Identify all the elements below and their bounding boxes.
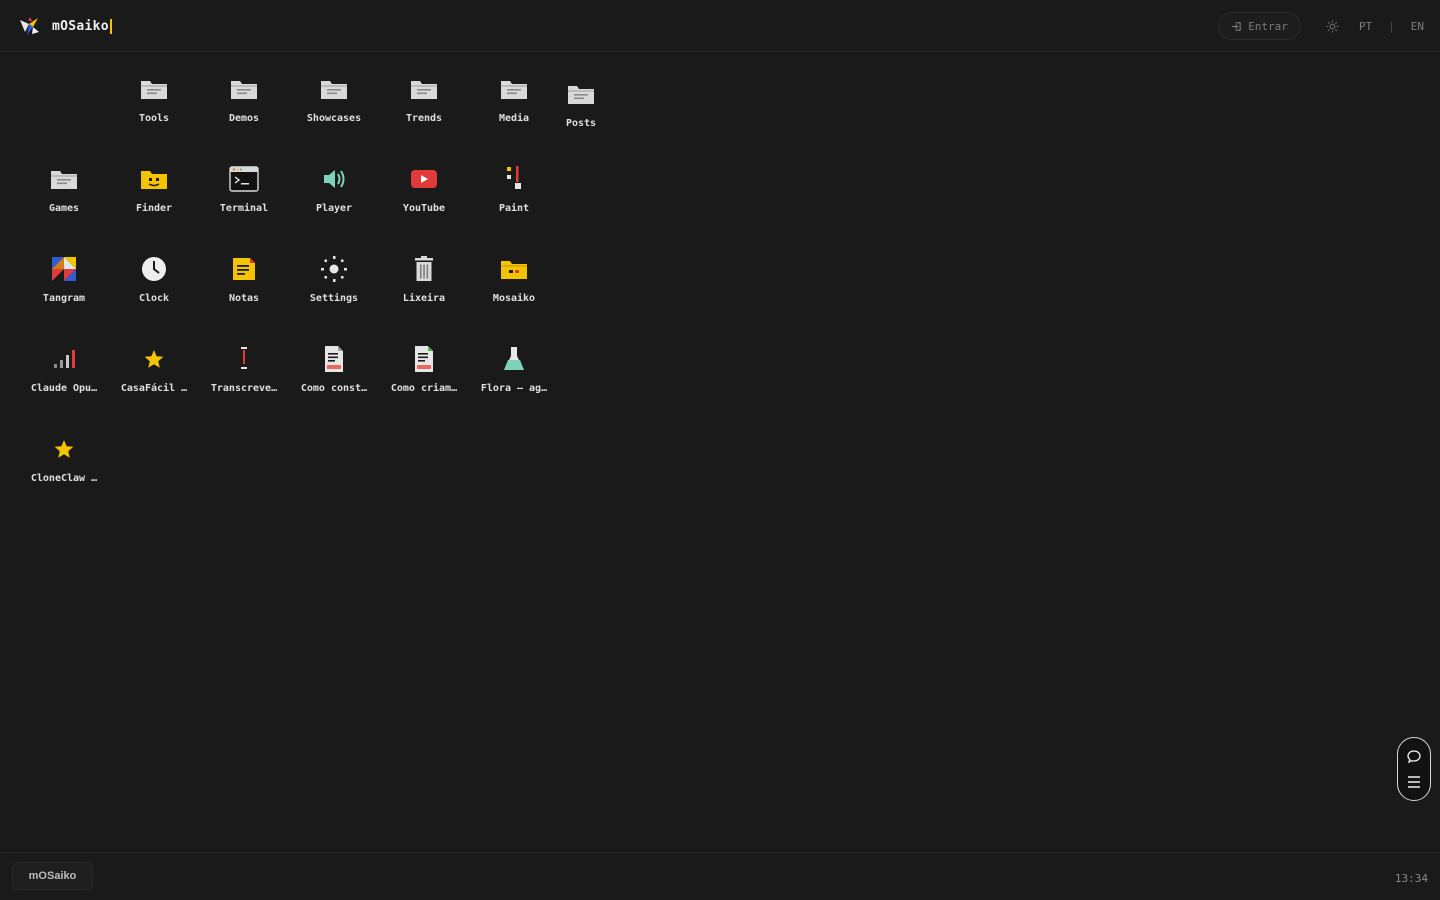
desktop-icon-cloneclaw[interactable]: CloneClaw … xyxy=(19,413,109,493)
folder-icon xyxy=(228,73,260,105)
top-controls: Entrar PT | EN xyxy=(1218,12,1424,40)
folder-icon xyxy=(498,73,530,105)
icon-label: Tools xyxy=(138,113,170,124)
star-icon xyxy=(48,433,80,465)
icon-label: Player xyxy=(315,203,353,214)
speaker-icon xyxy=(318,163,350,195)
folder-icon xyxy=(408,73,440,105)
icon-label: Posts xyxy=(565,118,597,129)
desktop-icon-demos[interactable]: Demos xyxy=(199,53,289,133)
paint-icon xyxy=(498,163,530,195)
sun-icon xyxy=(1326,19,1339,33)
login-icon xyxy=(1232,21,1241,31)
taskbar: mOSaiko 13:34 xyxy=(0,852,1440,900)
icon-label: YouTube xyxy=(402,203,446,214)
lang-separator: | xyxy=(1388,19,1395,33)
desktop-icon-player[interactable]: Player xyxy=(289,143,379,223)
icon-label: Trends xyxy=(405,113,443,124)
desktop-icon-youtube[interactable]: YouTube xyxy=(379,143,469,223)
brand[interactable]: mOSaiko xyxy=(18,14,112,38)
desktop-icon-games[interactable]: Games xyxy=(19,143,109,223)
icon-label: Claude Opu… xyxy=(30,383,98,394)
icon-label: CasaFácil … xyxy=(120,383,188,394)
icon-label: Media xyxy=(498,113,530,124)
brand-title: mOSaiko xyxy=(52,18,112,34)
login-button[interactable]: Entrar xyxy=(1218,12,1301,40)
folder-icon xyxy=(318,73,350,105)
desktop-icon-lixeira[interactable]: Lixeira xyxy=(379,233,469,313)
icon-label: Settings xyxy=(309,293,359,304)
desktop-icon-paint[interactable]: Paint xyxy=(469,143,559,223)
document-icon xyxy=(408,343,440,375)
icon-label: Mosaiko xyxy=(492,293,536,304)
icon-label: Como criam… xyxy=(390,383,458,394)
icon-label: Games xyxy=(48,203,80,214)
floating-action-pill xyxy=(1397,737,1431,801)
login-label: Entrar xyxy=(1248,19,1288,33)
theme-toggle-button[interactable] xyxy=(1323,16,1343,36)
desktop-icon-notas[interactable]: Notas xyxy=(199,233,289,313)
desktop-icon-posts[interactable]: Posts xyxy=(536,58,626,138)
menu-button[interactable] xyxy=(1404,772,1424,792)
folder-icon xyxy=(48,163,80,195)
icon-label: Flora — ag… xyxy=(480,383,548,394)
trash-icon xyxy=(408,253,440,285)
icon-label: Demos xyxy=(228,113,260,124)
desktop-icon-transcreve[interactable]: Transcreve… xyxy=(199,323,289,403)
gear-icon xyxy=(318,253,350,285)
folder-icon xyxy=(565,78,597,110)
hamburger-menu-icon xyxy=(1408,775,1420,788)
mosaiko-folder-icon xyxy=(498,253,530,285)
icon-label: Lixeira xyxy=(402,293,446,304)
icon-label: Finder xyxy=(135,203,173,214)
chat-bubble-icon xyxy=(1407,749,1421,763)
icon-label: CloneClaw … xyxy=(30,473,98,484)
desktop-icon-trends[interactable]: Trends xyxy=(379,53,469,133)
star-icon xyxy=(138,343,170,375)
folder-icon xyxy=(138,73,170,105)
desktop-icon-settings[interactable]: Settings xyxy=(289,233,379,313)
icon-label: Como const… xyxy=(300,383,368,394)
desktop: Tools Demos Showcases Trends Media Posts xyxy=(0,53,1440,851)
chat-button[interactable] xyxy=(1404,747,1424,767)
top-bar: mOSaiko Entrar PT | EN xyxy=(0,0,1440,52)
icon-label: Paint xyxy=(498,203,530,214)
notes-icon xyxy=(228,253,260,285)
desktop-icon-terminal[interactable]: Terminal xyxy=(199,143,289,223)
desktop-icon-casafacil[interactable]: CasaFácil … xyxy=(109,323,199,403)
finder-icon xyxy=(138,163,170,195)
icon-label: Clock xyxy=(138,293,170,304)
document-icon xyxy=(318,343,350,375)
icon-label: Transcreve… xyxy=(210,383,278,394)
desktop-icon-finder[interactable]: Finder xyxy=(109,143,199,223)
taskbar-clock: 13:34 xyxy=(1394,872,1428,885)
desktop-icon-clock[interactable]: Clock xyxy=(109,233,199,313)
icon-label: Terminal xyxy=(219,203,269,214)
flask-icon xyxy=(498,343,530,375)
desktop-icon-como-criam[interactable]: Como criam… xyxy=(379,323,469,403)
desktop-icon-como-const[interactable]: Como const… xyxy=(289,323,379,403)
lang-en-button[interactable]: EN xyxy=(1411,20,1424,33)
desktop-icon-mosaiko[interactable]: Mosaiko xyxy=(469,233,559,313)
youtube-icon xyxy=(408,163,440,195)
exclamation-icon xyxy=(228,343,260,375)
lang-pt-button[interactable]: PT xyxy=(1359,20,1372,33)
start-button[interactable]: mOSaiko xyxy=(12,862,93,890)
mosaiko-logo-icon xyxy=(20,17,39,35)
clock-icon xyxy=(138,253,170,285)
bar-chart-icon xyxy=(48,343,80,375)
desktop-icon-showcases[interactable]: Showcases xyxy=(289,53,379,133)
icon-label: Tangram xyxy=(42,293,86,304)
desktop-icon-claude-opu[interactable]: Claude Opu… xyxy=(19,323,109,403)
terminal-icon xyxy=(228,163,260,195)
desktop-icon-tools[interactable]: Tools xyxy=(109,53,199,133)
icon-label: Showcases xyxy=(306,113,362,124)
icon-label: Notas xyxy=(228,293,260,304)
desktop-icon-tangram[interactable]: Tangram xyxy=(19,233,109,313)
tangram-icon xyxy=(48,253,80,285)
text-cursor xyxy=(109,18,112,34)
desktop-icon-flora[interactable]: Flora — ag… xyxy=(469,323,559,403)
